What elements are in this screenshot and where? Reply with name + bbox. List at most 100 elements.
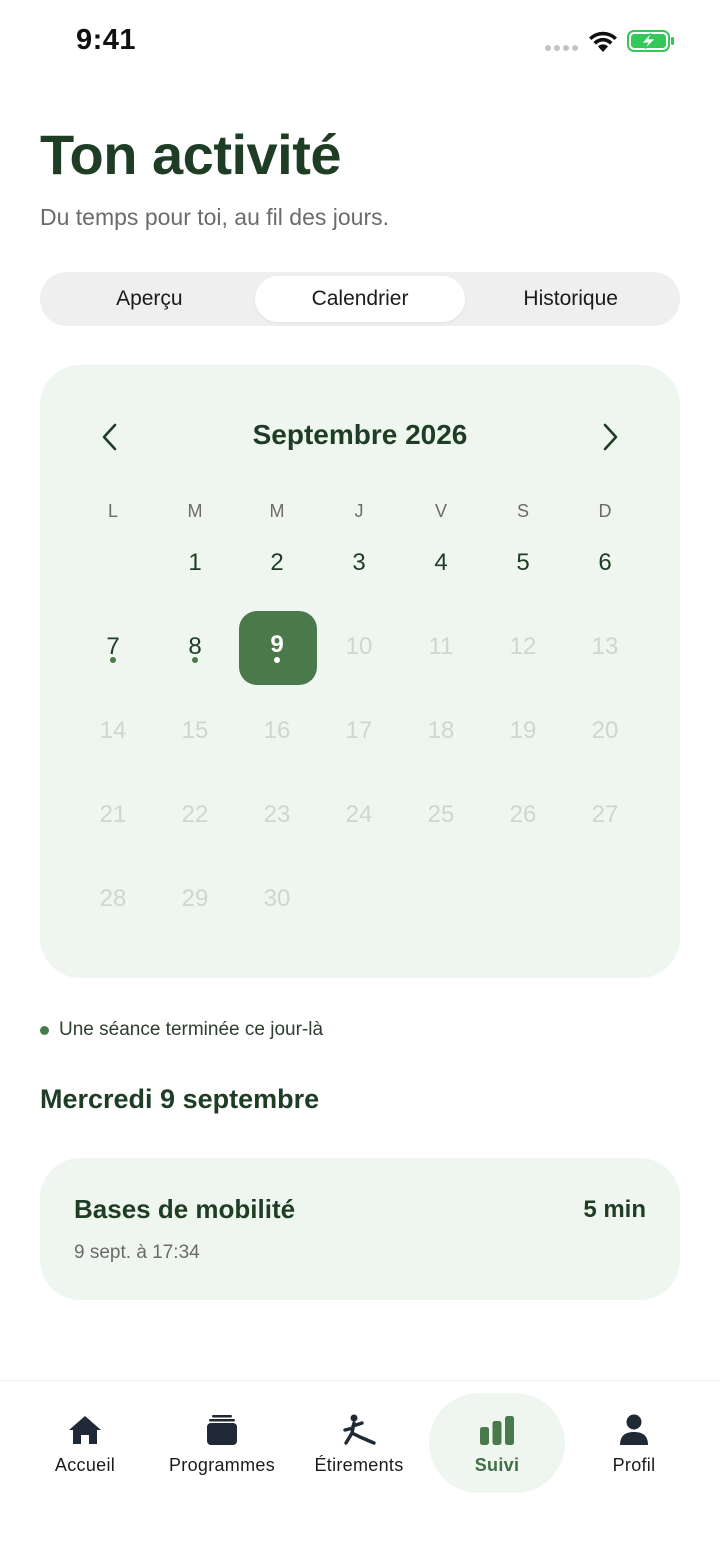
calendar-day-number: 23 (263, 801, 291, 828)
calendar-day-number: 30 (263, 885, 291, 912)
calendar-day-number: 4 (434, 549, 448, 576)
status-time: 9:41 (76, 24, 137, 56)
calendar-day-number: 28 (99, 885, 127, 912)
weekday-label: S (516, 501, 529, 521)
calendar-day: 11 (400, 609, 482, 693)
selected-day-heading: Mercredi 9 septembre (40, 1084, 320, 1114)
calendar-day-number: 17 (345, 717, 373, 744)
tab-bar-label: Profil (612, 1455, 656, 1475)
calendar-day[interactable]: 7 (72, 609, 154, 693)
tab-bar-label: Accueil (54, 1455, 116, 1475)
wifi-icon (589, 31, 617, 52)
calendar-day-number: 14 (99, 717, 127, 744)
calendar-day-number: 6 (598, 549, 612, 576)
tab-bar-label: Étirements (314, 1455, 404, 1475)
calendar-day[interactable]: 2 (236, 525, 318, 609)
calendar-day-number: 5 (516, 549, 530, 576)
calendar-day-number: 22 (181, 801, 209, 828)
calendar-day: 13 (564, 609, 646, 693)
calendar-day: 28 (72, 861, 154, 945)
calendar-day: 17 (318, 693, 400, 777)
calendar-day[interactable]: 6 (564, 525, 646, 609)
stack-icon (207, 1415, 237, 1445)
calendar-day-number: 9 (270, 631, 284, 658)
weekday-label: M (187, 501, 203, 521)
tab-bar-item-accueil[interactable]: Accueil (17, 1393, 153, 1493)
calendar-day-number: 25 (427, 801, 455, 828)
person-icon (620, 1414, 648, 1445)
calendar-day-number: 24 (345, 801, 373, 828)
calendar-day: 15 (154, 693, 236, 777)
calendar-day-number: 21 (99, 801, 127, 828)
weekday-label: V (434, 501, 447, 521)
calendar-day: 20 (564, 693, 646, 777)
calendar-day-number: 20 (591, 717, 619, 744)
calendar-day: 30 (236, 861, 318, 945)
tab-bar-item-suivi[interactable]: Suivi (429, 1393, 565, 1493)
bar-chart-icon (480, 1416, 514, 1445)
calendar-day-number: 10 (345, 633, 373, 660)
calendar-blank-cell (72, 525, 154, 609)
calendar-day[interactable]: 8 (154, 609, 236, 693)
calendar-day-number: 16 (263, 717, 291, 744)
calendar-day-number: 12 (509, 633, 537, 660)
calendar-day: 24 (318, 777, 400, 861)
calendar-day-selected[interactable]: 9 (236, 609, 318, 693)
calendar-day-number: 11 (428, 633, 454, 660)
page-subtitle: Du temps pour toi, au fil des jours. (40, 204, 389, 230)
calendar-day: 29 (154, 861, 236, 945)
calendar-day-number: 18 (427, 717, 455, 744)
tab-calendrier[interactable]: Calendrier (254, 276, 466, 322)
weekday-label: D (598, 501, 612, 521)
home-icon (69, 1416, 101, 1444)
calendar-day: 12 (482, 609, 564, 693)
tab-bar-item-programmes[interactable]: Programmes (154, 1393, 290, 1493)
calendar-day[interactable]: 1 (154, 525, 236, 609)
calendar-day-number: 19 (509, 717, 537, 744)
session-title: Bases de mobilité (74, 1194, 296, 1224)
stretching-person-icon (343, 1414, 376, 1445)
session-dot-icon (110, 657, 116, 663)
tab-apercu[interactable]: Aperçu (44, 276, 255, 322)
calendar-day: 23 (236, 777, 318, 861)
status-bar: 9:41 (0, 0, 720, 82)
tab-bar-label: Suivi (474, 1455, 520, 1475)
calendar-day: 27 (564, 777, 646, 861)
calendar-day: 22 (154, 777, 236, 861)
next-month-button[interactable] (592, 419, 628, 455)
session-dot-icon (274, 657, 280, 663)
signal-dots-icon (545, 45, 578, 51)
page-title: Ton activité (40, 123, 342, 186)
session-dot-icon (40, 1025, 49, 1035)
calendar-day: 18 (400, 693, 482, 777)
calendar-day: 14 (72, 693, 154, 777)
tab-bar-item-etirements[interactable]: Étirements (291, 1393, 427, 1493)
month-navigation: Septembre 2026 (40, 415, 680, 457)
weekday-label: M (269, 501, 285, 521)
session-card[interactable]: Bases de mobilité 5 min 9 sept. à 17:34 (40, 1158, 680, 1300)
calendar-day-grid: 1 2 3 4 5 6 7 8 9 10 11 12 13 14 15 16 17 18 19 20 21 22 23 24 2… (72, 525, 646, 945)
weekday-header: L M M J V S D (72, 501, 646, 522)
session-date: 9 sept. à 17:34 (74, 1242, 200, 1263)
tab-historique[interactable]: Historique (465, 276, 676, 322)
session-duration: 5 min (583, 1196, 646, 1223)
session-dot-icon (192, 657, 198, 663)
weekday-label: J (354, 501, 364, 521)
calendar-legend: Une séance terminée ce jour-là (40, 1019, 323, 1041)
calendar-day-number: 26 (509, 801, 537, 828)
calendar-day[interactable]: 4 (400, 525, 482, 609)
calendar-day[interactable]: 5 (482, 525, 564, 609)
calendar-card: Septembre 2026 L M M J V S D 1 2 3 4 5 6 7 8 9 10… (40, 365, 680, 978)
calendar-day-number: 2 (270, 549, 284, 576)
calendar-day[interactable]: 3 (318, 525, 400, 609)
chevron-right-icon (603, 423, 618, 451)
calendar-day-number: 27 (591, 801, 619, 828)
calendar-day-number: 29 (181, 885, 209, 912)
calendar-day: 10 (318, 609, 400, 693)
tab-bar-item-profil[interactable]: Profil (566, 1393, 702, 1493)
calendar-day-number: 13 (591, 633, 619, 660)
bottom-tab-bar: Accueil Programmes Étirements Suivi Prof… (0, 1380, 720, 1558)
calendar-day: 26 (482, 777, 564, 861)
calendar-day-number: 3 (352, 549, 366, 576)
calendar-day: 16 (236, 693, 318, 777)
